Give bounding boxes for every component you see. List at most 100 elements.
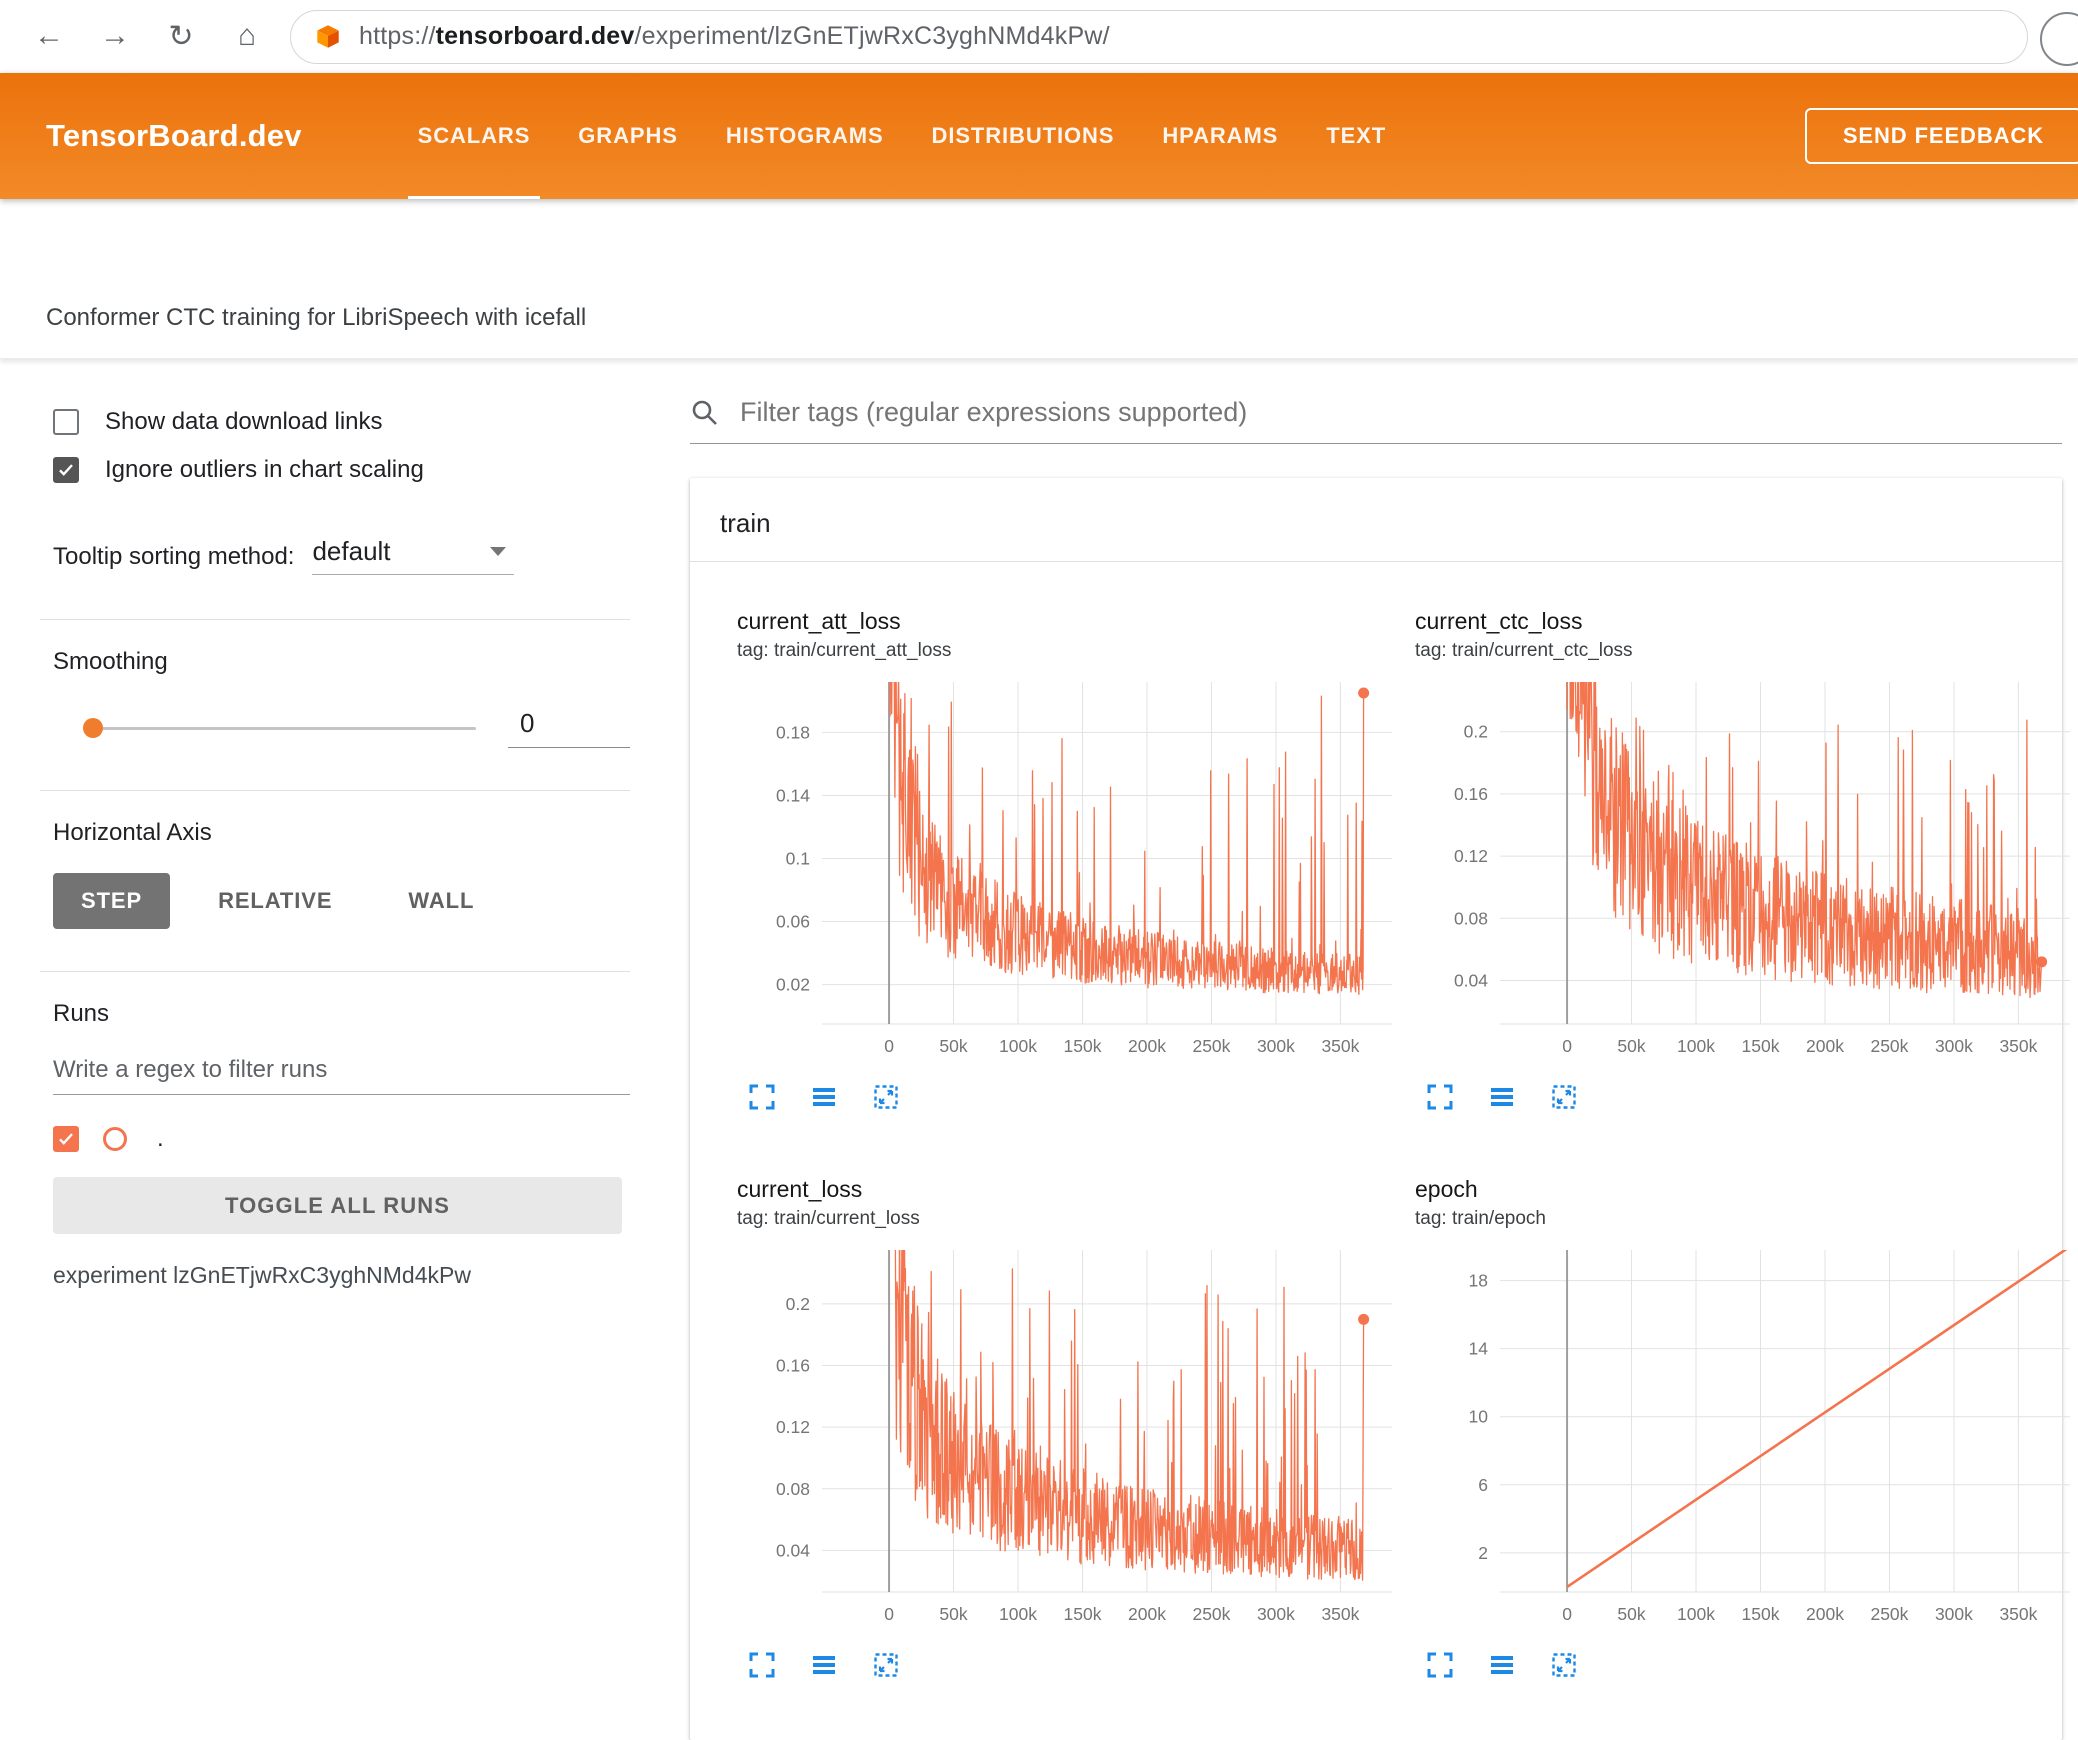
- svg-text:150k: 150k: [1742, 1036, 1780, 1056]
- svg-text:350k: 350k: [1999, 1036, 2037, 1056]
- run-color-indicator: [103, 1127, 127, 1151]
- checkmark-icon: [59, 464, 73, 476]
- toggle-all-runs-button[interactable]: TOGGLE ALL RUNS: [53, 1177, 622, 1234]
- chart-toolbar: [737, 1650, 1397, 1680]
- expand-chart-icon[interactable]: [747, 1650, 777, 1680]
- chart-tag: tag: train/current_ctc_loss: [1415, 640, 1633, 661]
- expand-chart-icon[interactable]: [1425, 1650, 1455, 1680]
- show-download-links-label: Show data download links: [105, 408, 383, 435]
- svg-text:50k: 50k: [939, 1604, 967, 1624]
- runs-filter-input[interactable]: [53, 1056, 630, 1095]
- data-table-icon[interactable]: [809, 1082, 839, 1112]
- svg-text:6: 6: [1478, 1475, 1488, 1495]
- show-download-links-checkbox[interactable]: [53, 409, 79, 435]
- section-title[interactable]: train: [690, 478, 2062, 562]
- smoothing-label: Smoothing: [53, 648, 168, 675]
- svg-text:0: 0: [1562, 1036, 1572, 1056]
- horizontal-axis-buttons: STEP RELATIVE WALL: [53, 873, 630, 929]
- axis-relative-button[interactable]: RELATIVE: [190, 873, 360, 929]
- svg-text:0.2: 0.2: [1464, 722, 1488, 742]
- home-icon[interactable]: ⌂: [226, 19, 268, 54]
- svg-text:0.1: 0.1: [786, 849, 810, 869]
- tab-scalars[interactable]: SCALARS: [394, 73, 555, 199]
- svg-text:50k: 50k: [1617, 1604, 1645, 1624]
- axis-wall-button[interactable]: WALL: [380, 873, 502, 929]
- svg-text:0: 0: [884, 1604, 894, 1624]
- svg-text:350k: 350k: [1999, 1604, 2037, 1624]
- smoothing-slider[interactable]: [83, 718, 476, 738]
- svg-text:0.16: 0.16: [776, 1356, 810, 1376]
- show-download-links-row: Show data download links: [53, 408, 630, 436]
- expand-chart-icon[interactable]: [747, 1082, 777, 1112]
- run-name: .: [157, 1125, 164, 1152]
- svg-text:300k: 300k: [1257, 1036, 1295, 1056]
- tab-distributions[interactable]: DISTRIBUTIONS: [908, 73, 1139, 199]
- tab-text[interactable]: TEXT: [1302, 73, 1410, 199]
- svg-text:0.08: 0.08: [1454, 908, 1488, 928]
- back-icon[interactable]: ←: [28, 19, 70, 54]
- app-title: TensorBoard.dev: [46, 118, 302, 153]
- data-table-icon[interactable]: [1487, 1082, 1517, 1112]
- chart-card-current-loss: current_loss tag: train/current_loss 0.0…: [737, 1176, 1397, 1680]
- browser-chrome: ← → ↻ ⌂ https://tensorboard.dev/experime…: [0, 0, 2078, 73]
- chart-tag: tag: train/current_att_loss: [737, 640, 952, 661]
- svg-text:300k: 300k: [1935, 1036, 1973, 1056]
- svg-text:14: 14: [1469, 1339, 1489, 1359]
- settings-sidebar: Show data download links Ignore outliers…: [40, 358, 630, 1289]
- sidebar-divider: [40, 971, 630, 972]
- svg-text:250k: 250k: [1870, 1036, 1908, 1056]
- tag-filter-input[interactable]: [738, 396, 2062, 429]
- send-feedback-button[interactable]: SEND FEEDBACK: [1804, 108, 2078, 164]
- ignore-outliers-label: Ignore outliers in chart scaling: [105, 456, 424, 483]
- ignore-outliers-checkbox[interactable]: [53, 457, 79, 483]
- tab-histograms[interactable]: HISTOGRAMS: [702, 73, 908, 199]
- data-table-icon[interactable]: [809, 1650, 839, 1680]
- expand-chart-icon[interactable]: [1425, 1082, 1455, 1112]
- fit-domain-icon[interactable]: [1549, 1650, 1579, 1680]
- svg-text:10: 10: [1469, 1407, 1489, 1427]
- fit-domain-icon[interactable]: [871, 1650, 901, 1680]
- chart-title: current_att_loss: [737, 608, 901, 634]
- url-bar[interactable]: https://tensorboard.dev/experiment/lzGnE…: [290, 9, 2028, 64]
- smoothing-value-field[interactable]: 0: [508, 708, 630, 748]
- svg-text:300k: 300k: [1257, 1604, 1295, 1624]
- ignore-outliers-row: Ignore outliers in chart scaling: [53, 456, 630, 484]
- svg-text:0: 0: [1562, 1604, 1572, 1624]
- experiment-title: Conformer CTC training for LibriSpeech w…: [46, 304, 587, 331]
- experiment-id: experiment lzGnETjwRxC3yghNMd4kPw: [53, 1262, 471, 1288]
- refresh-icon[interactable]: ↻: [160, 19, 202, 54]
- avatar[interactable]: [2040, 12, 2078, 66]
- tab-graphs[interactable]: GRAPHS: [554, 73, 702, 199]
- svg-text:150k: 150k: [1064, 1604, 1102, 1624]
- svg-text:0.02: 0.02: [776, 975, 810, 995]
- run-checkbox[interactable]: [53, 1126, 79, 1152]
- forward-icon[interactable]: →: [94, 19, 136, 54]
- chart-title: current_loss: [737, 1176, 863, 1202]
- svg-text:0.14: 0.14: [776, 785, 810, 805]
- tooltip-sorting-row: Tooltip sorting method: default: [53, 536, 630, 575]
- svg-text:300k: 300k: [1935, 1604, 1973, 1624]
- svg-text:200k: 200k: [1806, 1604, 1844, 1624]
- line-chart-current-att-loss[interactable]: 0.02 0.06 0.1 0.14 0.18 0 50k 100k 150k 200k 250k 3…: [737, 674, 1397, 1066]
- svg-text:200k: 200k: [1128, 1036, 1166, 1056]
- svg-text:350k: 350k: [1321, 1604, 1359, 1624]
- runs-filter-row: [53, 1056, 630, 1095]
- tab-hparams[interactable]: HPARAMS: [1138, 73, 1302, 199]
- checkmark-icon: [59, 1133, 73, 1145]
- app-header: TensorBoard.dev SCALARS GRAPHS HISTOGRAM…: [0, 73, 2078, 199]
- line-chart-current-loss[interactable]: 0.04 0.08 0.12 0.16 0.2 0 50k 100k 150k 200k 250k 3…: [737, 1242, 1397, 1634]
- chart-card-current-ctc-loss: current_ctc_loss tag: train/current_ctc_…: [1415, 608, 2075, 1112]
- charts-grid: current_att_loss tag: train/current_att_…: [690, 562, 2070, 1680]
- fit-domain-icon[interactable]: [871, 1082, 901, 1112]
- svg-text:100k: 100k: [999, 1604, 1037, 1624]
- line-chart-current-ctc-loss[interactable]: 0.04 0.08 0.12 0.16 0.2 0 50k 100k 150k 200k 250k 3…: [1415, 674, 2075, 1066]
- data-table-icon[interactable]: [1487, 1650, 1517, 1680]
- svg-text:18: 18: [1469, 1271, 1488, 1291]
- fit-domain-icon[interactable]: [1549, 1082, 1579, 1112]
- smoothing-slider-thumb[interactable]: [83, 718, 103, 738]
- axis-step-button[interactable]: STEP: [53, 873, 171, 929]
- chevron-down-icon: [490, 547, 507, 556]
- line-chart-epoch[interactable]: 2 6 10 14 18 0 50k 100k 150k 200k 250k 300k 350k: [1415, 1242, 2075, 1634]
- tooltip-sorting-dropdown[interactable]: default: [312, 536, 515, 575]
- svg-text:250k: 250k: [1192, 1036, 1230, 1056]
